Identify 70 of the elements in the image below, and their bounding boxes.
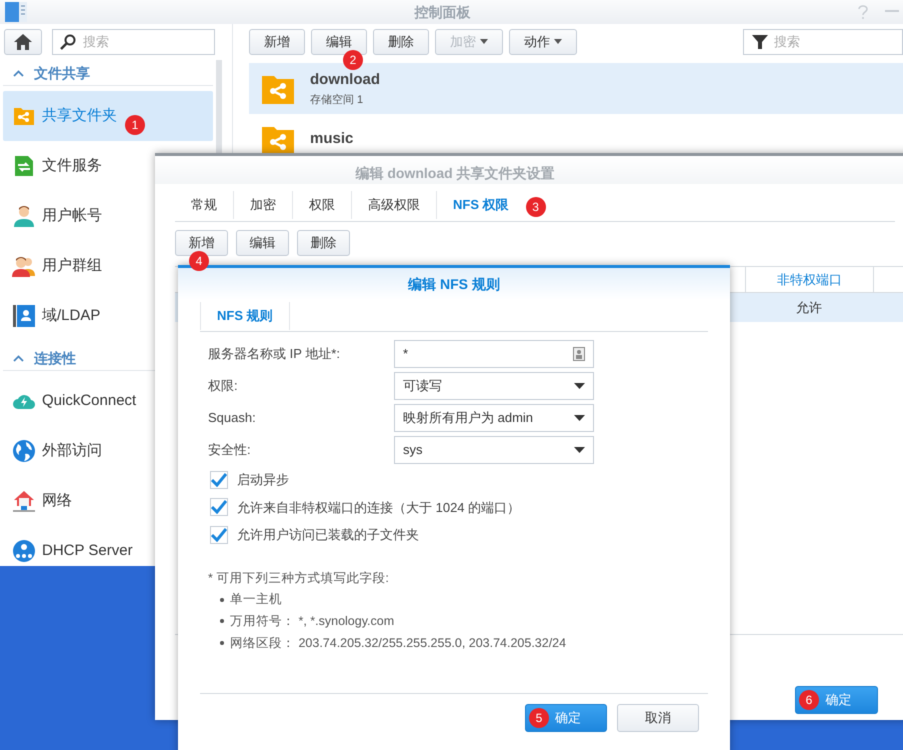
tab[interactable]: 常规 [175,190,233,218]
user-icon [12,204,36,228]
search-field[interactable]: 搜索 [52,28,215,54]
note-heading: * 可用下列三种方式填写此字段: [208,570,390,586]
globe-icon [12,439,36,463]
checkbox-label: 启动异步 [237,471,289,489]
tab[interactable]: 加密 [233,190,292,218]
filter-field[interactable]: 搜索 [743,28,903,54]
folder-volume: 存储空间 1 [310,92,364,108]
collapse-icon [13,355,24,362]
field-label: 安全性: [208,441,252,460]
toolbar-button[interactable]: 新增 [249,28,305,54]
field-label: Squash: [208,409,257,428]
field-label: 权限: [208,377,239,396]
shared-folder-icon [262,74,294,104]
table-action-button[interactable]: 编辑 [236,230,289,256]
note-item: 单一主机 [230,591,282,608]
directory-card-icon [12,304,36,328]
table-action-button[interactable]: 新增 [175,230,228,256]
checkbox[interactable] [210,526,228,544]
home-button[interactable] [4,28,42,54]
tab[interactable]: NFS 规则 [200,302,290,330]
checkbox-label: 允许用户访问已装载的子文件夹 [237,526,419,544]
toolbar-button[interactable]: 删除 [373,28,429,54]
bullet-icon [220,598,224,602]
step-badge: 3 [526,196,546,216]
toolbar-button[interactable]: 编辑 [311,28,367,54]
tab[interactable]: 高级权限 [351,190,436,218]
dialog-title: 编辑 NFS 规则 [408,274,500,294]
server-input[interactable]: * [394,340,594,368]
dropdown-select[interactable]: 映射所有用户为 admin [394,404,594,432]
sidebar-item[interactable]: 共享文件夹 1 [3,91,213,141]
network-house-icon [12,489,36,513]
filter-icon [752,34,768,50]
table-action-button[interactable]: 删除 [297,230,350,256]
file-arrows-icon [12,154,36,178]
app-icon [4,0,28,24]
user-group-icon [12,254,36,278]
dhcp-icon [12,539,36,563]
sidebar-item[interactable]: 文件服务 [3,141,213,191]
dropdown-select[interactable]: sys [394,436,594,464]
tab[interactable]: NFS 权限 [436,190,525,218]
bullet-icon [220,619,224,624]
checkbox-label: 允许来自非特权端口的连接（大于 1024 的端口） [237,498,520,516]
caret-icon [574,447,585,453]
window-title: 控制面板 [413,2,472,22]
folder-name: download [310,70,380,90]
home-icon [14,34,32,50]
dialog-title: 编辑 download 共享文件夹设置 [355,164,555,183]
folder-name: music [310,129,354,150]
tab[interactable]: 权限 [292,190,351,218]
folder-row[interactable]: download 存储空间 1 [249,63,903,114]
contact-card-icon [573,347,585,361]
caret-icon [574,383,585,389]
note-item: 万用符号： *, *.synology.com [230,613,394,630]
sidebar-item[interactable]: 网络 [3,476,213,526]
toolbar-button[interactable]: 动作 [509,28,577,54]
step-badge: 1 [125,115,145,135]
search-icon [60,34,76,50]
note-item: 网络区段： 203.74.205.32/255.255.255.0, 203.74.205.32/24 [230,634,566,652]
dropdown-select[interactable]: 可读写 [394,372,594,400]
cancel-button[interactable]: 取消 [617,704,699,732]
table-cell-text: 允许 [795,298,823,317]
section-header[interactable]: 文件共享 [3,62,213,86]
checkbox[interactable] [210,470,228,489]
bullet-icon [220,641,224,646]
column-header[interactable]: 非特权端口 [745,267,873,292]
caret-icon [574,415,585,421]
collapse-icon [13,70,24,77]
checkbox[interactable] [210,498,228,516]
